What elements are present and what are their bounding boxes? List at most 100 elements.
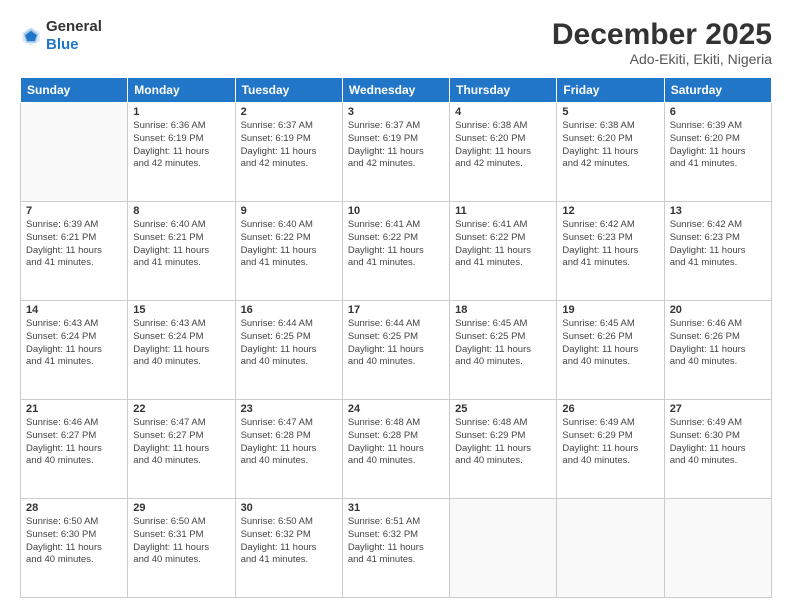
calendar-cell-w1-d7: 6 Sunrise: 6:39 AM Sunset: 6:20 PM Daylig… <box>664 103 771 202</box>
day-number: 3 <box>348 106 444 118</box>
calendar-cell-w4-d2: 22 Sunrise: 6:47 AM Sunset: 6:27 PM Dayli… <box>128 400 235 499</box>
day-info: Sunrise: 6:40 AM Sunset: 6:21 PM Dayligh… <box>133 219 229 270</box>
day-number: 25 <box>455 403 551 415</box>
col-tuesday: Tuesday <box>235 78 342 103</box>
day-number: 28 <box>26 502 122 514</box>
col-thursday: Thursday <box>450 78 557 103</box>
day-info: Sunrise: 6:38 AM Sunset: 6:20 PM Dayligh… <box>455 120 551 171</box>
day-number: 20 <box>670 304 766 316</box>
day-info: Sunrise: 6:43 AM Sunset: 6:24 PM Dayligh… <box>26 318 122 369</box>
day-info: Sunrise: 6:48 AM Sunset: 6:28 PM Dayligh… <box>348 417 444 468</box>
calendar-cell-w4-d1: 21 Sunrise: 6:46 AM Sunset: 6:27 PM Dayli… <box>21 400 128 499</box>
day-info: Sunrise: 6:40 AM Sunset: 6:22 PM Dayligh… <box>241 219 337 270</box>
calendar-cell-w2-d4: 10 Sunrise: 6:41 AM Sunset: 6:22 PM Dayli… <box>342 202 449 301</box>
week-row-3: 14 Sunrise: 6:43 AM Sunset: 6:24 PM Dayli… <box>21 301 772 400</box>
day-number: 1 <box>133 106 229 118</box>
week-row-1: 1 Sunrise: 6:36 AM Sunset: 6:19 PM Daylig… <box>21 103 772 202</box>
day-number: 19 <box>562 304 658 316</box>
day-info: Sunrise: 6:39 AM Sunset: 6:21 PM Dayligh… <box>26 219 122 270</box>
calendar-cell-w2-d6: 12 Sunrise: 6:42 AM Sunset: 6:23 PM Dayli… <box>557 202 664 301</box>
calendar-cell-w2-d2: 8 Sunrise: 6:40 AM Sunset: 6:21 PM Daylig… <box>128 202 235 301</box>
day-number: 9 <box>241 205 337 217</box>
day-number: 23 <box>241 403 337 415</box>
calendar-cell-w2-d5: 11Sunrise: 6:41 AM Sunset: 6:22 PM Dayli… <box>450 202 557 301</box>
day-number: 2 <box>241 106 337 118</box>
day-number: 18 <box>455 304 551 316</box>
logo-icon <box>20 25 42 47</box>
day-number: 17 <box>348 304 444 316</box>
day-number: 22 <box>133 403 229 415</box>
day-number: 12 <box>562 205 658 217</box>
day-number: 15 <box>133 304 229 316</box>
calendar-header: Sunday Monday Tuesday Wednesday Thursday… <box>21 78 772 103</box>
day-info: Sunrise: 6:49 AM Sunset: 6:29 PM Dayligh… <box>562 417 658 468</box>
month-title: December 2025 <box>552 18 772 51</box>
day-info: Sunrise: 6:44 AM Sunset: 6:25 PM Dayligh… <box>241 318 337 369</box>
calendar-cell-w4-d7: 27 Sunrise: 6:49 AM Sunset: 6:30 PM Dayli… <box>664 400 771 499</box>
weekday-header-row: Sunday Monday Tuesday Wednesday Thursday… <box>21 78 772 103</box>
day-number: 21 <box>26 403 122 415</box>
day-info: Sunrise: 6:42 AM Sunset: 6:23 PM Dayligh… <box>562 219 658 270</box>
day-number: 26 <box>562 403 658 415</box>
calendar-cell-w5-d7 <box>664 499 771 598</box>
day-number: 30 <box>241 502 337 514</box>
day-number: 27 <box>670 403 766 415</box>
day-number: 7 <box>26 205 122 217</box>
day-number: 10 <box>348 205 444 217</box>
calendar-cell-w1-d4: 3 Sunrise: 6:37 AM Sunset: 6:19 PM Daylig… <box>342 103 449 202</box>
day-number: 29 <box>133 502 229 514</box>
calendar-cell-w5-d5 <box>450 499 557 598</box>
calendar-cell-w3-d7: 20Sunrise: 6:46 AM Sunset: 6:26 PM Dayli… <box>664 301 771 400</box>
calendar-cell-w5-d1: 28Sunrise: 6:50 AM Sunset: 6:30 PM Dayli… <box>21 499 128 598</box>
day-info: Sunrise: 6:37 AM Sunset: 6:19 PM Dayligh… <box>241 120 337 171</box>
calendar-table: Sunday Monday Tuesday Wednesday Thursday… <box>20 77 772 598</box>
logo-blue-text: Blue <box>46 36 79 53</box>
day-info: Sunrise: 6:41 AM Sunset: 6:22 PM Dayligh… <box>348 219 444 270</box>
calendar-cell-w3-d4: 17 Sunrise: 6:44 AM Sunset: 6:25 PM Dayli… <box>342 301 449 400</box>
calendar-cell-w5-d4: 31Sunrise: 6:51 AM Sunset: 6:32 PM Dayli… <box>342 499 449 598</box>
day-info: Sunrise: 6:46 AM Sunset: 6:27 PM Dayligh… <box>26 417 122 468</box>
day-info: Sunrise: 6:39 AM Sunset: 6:20 PM Dayligh… <box>670 120 766 171</box>
day-info: Sunrise: 6:45 AM Sunset: 6:26 PM Dayligh… <box>562 318 658 369</box>
calendar-cell-w1-d1 <box>21 103 128 202</box>
col-friday: Friday <box>557 78 664 103</box>
day-number: 8 <box>133 205 229 217</box>
calendar-cell-w3-d2: 15 Sunrise: 6:43 AM Sunset: 6:24 PM Dayli… <box>128 301 235 400</box>
day-info: Sunrise: 6:49 AM Sunset: 6:30 PM Dayligh… <box>670 417 766 468</box>
day-info: Sunrise: 6:36 AM Sunset: 6:19 PM Dayligh… <box>133 120 229 171</box>
col-wednesday: Wednesday <box>342 78 449 103</box>
day-number: 6 <box>670 106 766 118</box>
day-number: 16 <box>241 304 337 316</box>
day-info: Sunrise: 6:51 AM Sunset: 6:32 PM Dayligh… <box>348 516 444 567</box>
day-info: Sunrise: 6:42 AM Sunset: 6:23 PM Dayligh… <box>670 219 766 270</box>
calendar-cell-w5-d3: 30Sunrise: 6:50 AM Sunset: 6:32 PM Dayli… <box>235 499 342 598</box>
week-row-2: 7 Sunrise: 6:39 AM Sunset: 6:21 PM Daylig… <box>21 202 772 301</box>
day-info: Sunrise: 6:47 AM Sunset: 6:27 PM Dayligh… <box>133 417 229 468</box>
calendar-cell-w5-d6 <box>557 499 664 598</box>
day-number: 5 <box>562 106 658 118</box>
calendar-cell-w3-d5: 18 Sunrise: 6:45 AM Sunset: 6:25 PM Dayli… <box>450 301 557 400</box>
day-number: 24 <box>348 403 444 415</box>
calendar-cell-w1-d3: 2 Sunrise: 6:37 AM Sunset: 6:19 PM Daylig… <box>235 103 342 202</box>
col-sunday: Sunday <box>21 78 128 103</box>
day-number: 13 <box>670 205 766 217</box>
day-number: 14 <box>26 304 122 316</box>
calendar-cell-w1-d2: 1 Sunrise: 6:36 AM Sunset: 6:19 PM Daylig… <box>128 103 235 202</box>
col-monday: Monday <box>128 78 235 103</box>
day-info: Sunrise: 6:45 AM Sunset: 6:25 PM Dayligh… <box>455 318 551 369</box>
day-info: Sunrise: 6:43 AM Sunset: 6:24 PM Dayligh… <box>133 318 229 369</box>
header: General Blue December 2025 Ado-Ekiti, Ek… <box>20 18 772 67</box>
location: Ado-Ekiti, Ekiti, Nigeria <box>552 51 772 67</box>
logo-text: General Blue <box>46 18 102 54</box>
week-row-5: 28Sunrise: 6:50 AM Sunset: 6:30 PM Dayli… <box>21 499 772 598</box>
calendar-cell-w2-d1: 7 Sunrise: 6:39 AM Sunset: 6:21 PM Daylig… <box>21 202 128 301</box>
title-block: December 2025 Ado-Ekiti, Ekiti, Nigeria <box>552 18 772 67</box>
day-info: Sunrise: 6:44 AM Sunset: 6:25 PM Dayligh… <box>348 318 444 369</box>
day-info: Sunrise: 6:37 AM Sunset: 6:19 PM Dayligh… <box>348 120 444 171</box>
logo-general-text: General <box>46 18 102 35</box>
calendar-cell-w3-d3: 16 Sunrise: 6:44 AM Sunset: 6:25 PM Dayli… <box>235 301 342 400</box>
calendar-cell-w2-d7: 13 Sunrise: 6:42 AM Sunset: 6:23 PM Dayli… <box>664 202 771 301</box>
calendar-cell-w4-d5: 25Sunrise: 6:48 AM Sunset: 6:29 PM Dayli… <box>450 400 557 499</box>
logo: General Blue <box>20 18 102 54</box>
calendar-cell-w2-d3: 9 Sunrise: 6:40 AM Sunset: 6:22 PM Daylig… <box>235 202 342 301</box>
